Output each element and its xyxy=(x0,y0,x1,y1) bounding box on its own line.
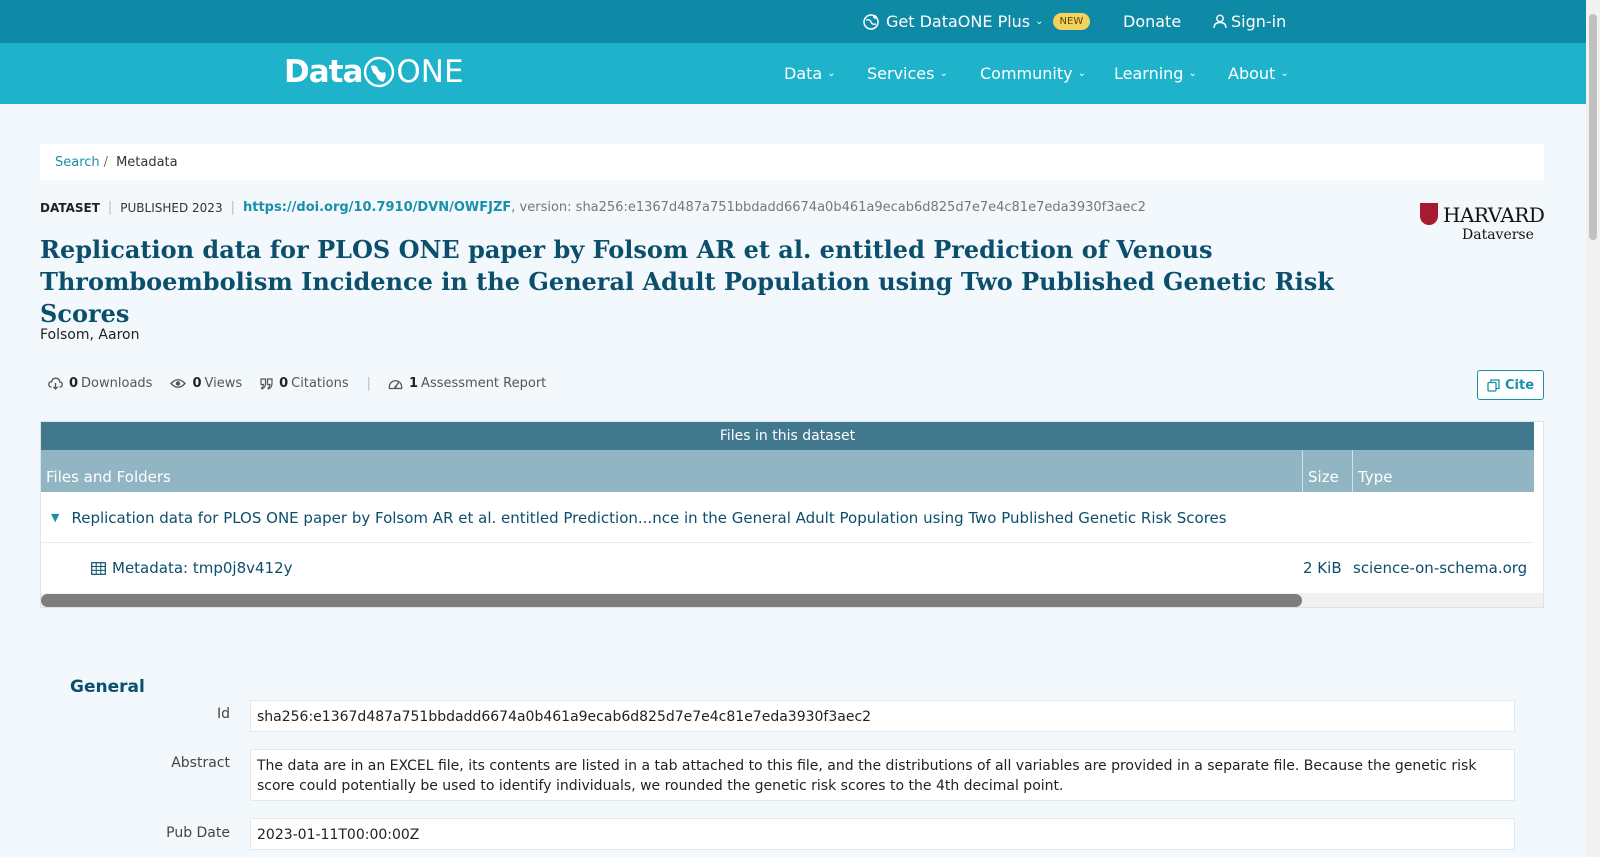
breadcrumb-search-link[interactable]: Search xyxy=(55,155,100,170)
breadcrumb: Search / Metadata xyxy=(40,144,1544,180)
nav-community-label: Community xyxy=(980,64,1073,83)
files-panel: Files in this dataset Files and Folders … xyxy=(40,421,1544,608)
repository-name: HARVARD xyxy=(1443,203,1545,227)
nav-about[interactable]: About ⌄ xyxy=(1228,43,1289,104)
speedometer-icon xyxy=(388,379,403,389)
column-size[interactable]: Size xyxy=(1303,450,1353,492)
column-type[interactable]: Type xyxy=(1353,450,1534,492)
cite-button[interactable]: Cite xyxy=(1477,370,1544,400)
nav-learning-label: Learning xyxy=(1114,64,1184,83)
chevron-down-icon: ⌄ xyxy=(1035,16,1044,27)
doi-link[interactable]: https://doi.org/10.7910/DVN/OWFJZF xyxy=(243,200,511,215)
chevron-down-icon: ⌄ xyxy=(939,68,948,79)
dataset-meta-line: DATASET | PUBLISHED 2023 | https://doi.o… xyxy=(40,200,1146,215)
citations-stat: 0 Citations xyxy=(260,376,349,391)
chevron-down-icon: ⌄ xyxy=(1280,68,1289,79)
get-dataone-plus-label: Get DataONE Plus xyxy=(886,12,1031,31)
file-name-cell: Metadata: tmp0j8v412y xyxy=(91,544,293,592)
cite-label: Cite xyxy=(1504,377,1535,393)
field-value-id: sha256:e1367d487a751bbdadd6674a0b461a9ec… xyxy=(250,700,1515,732)
field-label-pub-date: Pub Date xyxy=(166,825,230,841)
breadcrumb-current: Metadata xyxy=(116,154,178,170)
version-id: , version: sha256:e1367d487a751bbdadd667… xyxy=(511,200,1146,215)
globe-icon xyxy=(364,56,395,88)
field-label-id: Id xyxy=(216,706,230,722)
globe-plus-icon xyxy=(863,13,879,30)
get-dataone-plus-menu[interactable]: Get DataONE Plus ⌄ NEW xyxy=(862,0,1091,43)
file-row[interactable]: Metadata: tmp0j8v412y 2 KiB science-on-s… xyxy=(41,544,1534,592)
published-year: PUBLISHED 2023 xyxy=(120,200,223,215)
downloads-count: 0 xyxy=(69,376,79,391)
sign-in-link[interactable]: Sign-in xyxy=(1213,0,1286,43)
downloads-label: Downloads xyxy=(81,376,153,391)
nav-services-label: Services xyxy=(867,64,935,83)
page-scrollbar-thumb[interactable] xyxy=(1589,14,1597,240)
quote-icon xyxy=(260,377,273,390)
page-scrollbar[interactable] xyxy=(1586,0,1600,857)
dataset-type: DATASET xyxy=(40,200,100,215)
files-scrollbar-thumb[interactable] xyxy=(41,594,1302,607)
nav-learning[interactable]: Learning ⌄ xyxy=(1114,43,1197,104)
nav-services[interactable]: Services ⌄ xyxy=(867,43,948,104)
chevron-down-icon: ⌄ xyxy=(1077,68,1086,79)
assessment-stat[interactable]: 1 Assessment Report xyxy=(388,376,546,391)
column-files-and-folders[interactable]: Files and Folders xyxy=(41,450,1303,492)
file-name[interactable]: Metadata: tmp0j8v412y xyxy=(112,559,293,577)
table-icon xyxy=(91,561,106,575)
folder-name: Replication data for PLOS ONE paper by F… xyxy=(71,508,1227,527)
nav-community[interactable]: Community ⌄ xyxy=(980,43,1086,104)
field-value-pub-date: 2023-01-11T00:00:00Z xyxy=(250,818,1515,850)
views-stat: 0 Views xyxy=(170,376,242,391)
sign-in-label: Sign-in xyxy=(1231,12,1287,31)
cloud-download-icon xyxy=(48,377,63,390)
citations-label: Citations xyxy=(291,376,349,391)
logo-one-text: ONE xyxy=(396,54,464,90)
dataset-author[interactable]: Folsom, Aaron xyxy=(40,327,139,343)
breadcrumb-separator: / xyxy=(103,154,109,170)
files-panel-heading: Files in this dataset xyxy=(41,422,1534,450)
harvard-dataverse-logo[interactable]: HARVARD Dataverse xyxy=(1420,203,1545,245)
donate-link[interactable]: Donate xyxy=(1123,0,1181,43)
chevron-down-icon: ⌄ xyxy=(1188,68,1197,79)
meta-divider: | xyxy=(107,200,113,215)
folder-row[interactable]: ▼ Replication data for PLOS ONE paper by… xyxy=(41,493,1534,543)
general-section-heading: General xyxy=(70,677,145,697)
citations-count: 0 xyxy=(279,376,289,391)
dataone-logo[interactable]: Data ONE xyxy=(284,54,464,90)
stats-divider: | xyxy=(366,376,371,391)
nav-data[interactable]: Data ⌄ xyxy=(784,43,836,104)
chevron-down-icon: ⌄ xyxy=(827,68,836,79)
top-bar: Get DataONE Plus ⌄ NEW Donate Sign-in xyxy=(0,0,1586,43)
file-size: 2 KiB xyxy=(1303,559,1342,577)
repository-subname: Dataverse xyxy=(1462,227,1534,243)
field-value-abstract: The data are in an EXCEL file, its conte… xyxy=(250,749,1515,801)
files-column-headers: Files and Folders Size Type xyxy=(41,450,1534,492)
new-badge: NEW xyxy=(1052,13,1091,30)
assessment-label: Assessment Report xyxy=(421,376,547,391)
views-label: Views xyxy=(204,376,243,391)
logo-data-text: Data xyxy=(284,54,363,90)
dataset-title: Replication data for PLOS ONE paper by F… xyxy=(40,235,1334,328)
downloads-stat: 0 Downloads xyxy=(48,376,152,391)
views-count: 0 xyxy=(192,376,202,391)
dataset-stats: 0 Downloads 0 Views 0 Citations | 1 Asse… xyxy=(48,376,564,391)
assessment-count: 1 xyxy=(409,376,419,391)
caret-down-icon[interactable]: ▼ xyxy=(51,511,59,524)
eye-icon xyxy=(170,379,187,388)
copy-icon xyxy=(1487,378,1500,392)
main-navbar: Data ONE Data ⌄ Services ⌄ Community ⌄ Lear… xyxy=(0,43,1586,104)
file-type: science-on-schema.org xyxy=(1353,559,1528,577)
field-label-abstract: Abstract xyxy=(171,755,230,771)
meta-divider: | xyxy=(230,200,235,215)
files-horizontal-scrollbar[interactable] xyxy=(41,593,1543,607)
user-icon xyxy=(1213,14,1227,29)
harvard-shield-icon xyxy=(1420,203,1438,225)
nav-data-label: Data xyxy=(784,64,823,83)
nav-about-label: About xyxy=(1228,64,1276,83)
